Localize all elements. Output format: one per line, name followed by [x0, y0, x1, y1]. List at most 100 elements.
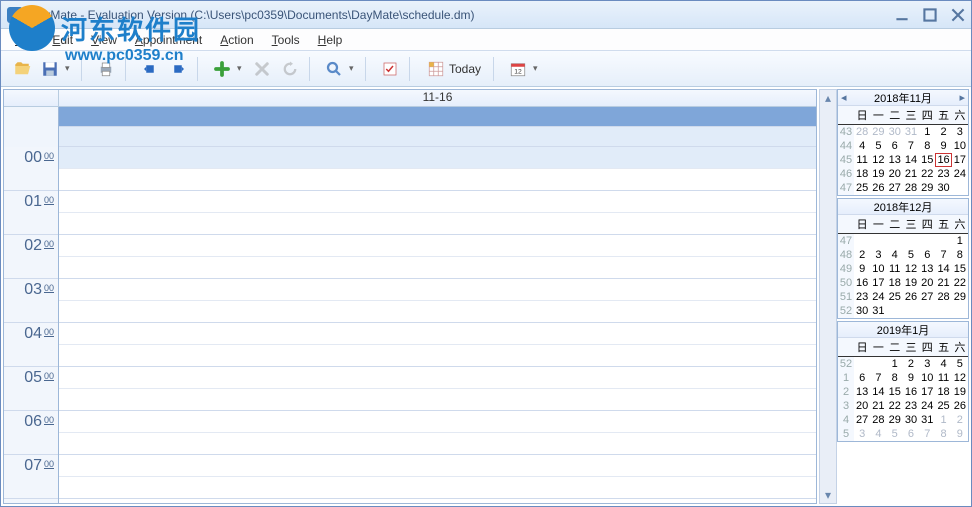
calendar-day[interactable]: 9: [935, 139, 951, 153]
find-button[interactable]: [321, 56, 347, 82]
calendar-day[interactable]: 2: [854, 248, 870, 262]
calendar-day[interactable]: 21: [935, 276, 951, 290]
calendar-day[interactable]: 8: [887, 371, 903, 385]
calendar-day[interactable]: 31: [919, 413, 935, 427]
calendar-day[interactable]: 3: [854, 427, 870, 441]
menu-edit[interactable]: Edit: [44, 31, 81, 49]
calendar-day[interactable]: 9: [952, 427, 968, 441]
delete-button[interactable]: [249, 56, 275, 82]
time-slot[interactable]: [59, 389, 816, 411]
calendar-day[interactable]: 18: [854, 167, 870, 181]
time-slot[interactable]: [59, 279, 816, 301]
calendar-title[interactable]: 2018年11月: [874, 90, 932, 106]
calendar-day[interactable]: 13: [887, 153, 903, 167]
calendar-day[interactable]: 5: [887, 427, 903, 441]
calendar-day[interactable]: 19: [903, 276, 919, 290]
menu-tools[interactable]: Tools: [264, 31, 308, 49]
calendar-day[interactable]: 6: [854, 371, 870, 385]
calendar-day[interactable]: 1: [919, 125, 935, 139]
time-slots[interactable]: [59, 147, 816, 503]
menu-help[interactable]: Help: [310, 31, 351, 49]
save-dropdown[interactable]: ▾: [65, 63, 75, 74]
calendar-day[interactable]: 19: [870, 167, 886, 181]
calendar-day[interactable]: 29: [952, 290, 968, 304]
calendar-day[interactable]: 17: [870, 276, 886, 290]
calendar-day[interactable]: 23: [854, 290, 870, 304]
add-button[interactable]: [209, 56, 235, 82]
calendar-day[interactable]: 25: [935, 399, 951, 413]
calendar-day[interactable]: [870, 234, 886, 248]
calendar-day[interactable]: 18: [935, 385, 951, 399]
goto-date-dropdown[interactable]: ▾: [533, 63, 543, 74]
calendar-day[interactable]: 6: [887, 139, 903, 153]
time-slot[interactable]: [59, 345, 816, 367]
next-month-icon[interactable]: ▸: [956, 91, 968, 104]
calendar-day[interactable]: 11: [935, 371, 951, 385]
calendar-day[interactable]: 30: [935, 181, 951, 195]
calendar-day[interactable]: 7: [935, 248, 951, 262]
calendar-day[interactable]: 27: [919, 290, 935, 304]
all-day-row[interactable]: [59, 127, 816, 147]
calendar-day[interactable]: 11: [887, 262, 903, 276]
add-dropdown[interactable]: ▾: [237, 63, 247, 74]
calendar-day[interactable]: 12: [952, 371, 968, 385]
calendar-day[interactable]: 19: [952, 385, 968, 399]
time-slot[interactable]: [59, 169, 816, 191]
calendar-day[interactable]: 2: [952, 413, 968, 427]
calendar-day[interactable]: [887, 234, 903, 248]
options-button[interactable]: [377, 56, 403, 82]
calendar-day[interactable]: 13: [854, 385, 870, 399]
goto-date-button[interactable]: 12: [505, 56, 531, 82]
calendar-day[interactable]: 7: [903, 139, 919, 153]
calendar-day[interactable]: 1: [887, 357, 903, 371]
time-slot[interactable]: [59, 235, 816, 257]
calendar-day[interactable]: 25: [887, 290, 903, 304]
calendar-day[interactable]: 11: [854, 153, 870, 167]
calendar-day[interactable]: 5: [952, 357, 968, 371]
time-slot[interactable]: [59, 411, 816, 433]
calendar-day[interactable]: 4: [935, 357, 951, 371]
calendar-day[interactable]: 30: [903, 413, 919, 427]
calendar-day[interactable]: 3: [870, 248, 886, 262]
calendar-day[interactable]: 6: [919, 248, 935, 262]
calendar-day[interactable]: 2: [903, 357, 919, 371]
calendar-day[interactable]: 24: [952, 167, 968, 181]
calendar-day[interactable]: 22: [887, 399, 903, 413]
calendar-day[interactable]: 3: [919, 357, 935, 371]
calendar-day[interactable]: 8: [919, 139, 935, 153]
find-dropdown[interactable]: ▾: [349, 63, 359, 74]
calendar-day[interactable]: 29: [919, 181, 935, 195]
calendar-day[interactable]: 7: [870, 371, 886, 385]
calendar-day[interactable]: 10: [952, 139, 968, 153]
calendar-day[interactable]: 16: [903, 385, 919, 399]
calendar-day[interactable]: 4: [887, 248, 903, 262]
time-slot[interactable]: [59, 147, 816, 169]
menu-appointment[interactable]: Appointment: [127, 31, 210, 49]
calendar-day[interactable]: 21: [903, 167, 919, 181]
calendar-day[interactable]: 10: [870, 262, 886, 276]
calendar-day[interactable]: [903, 304, 919, 318]
calendar-day[interactable]: [903, 234, 919, 248]
maximize-button[interactable]: [923, 8, 937, 22]
time-slot[interactable]: [59, 257, 816, 279]
calendar-day[interactable]: 27: [887, 181, 903, 195]
calendar-day[interactable]: [935, 304, 951, 318]
calendar-day[interactable]: 9: [854, 262, 870, 276]
calendar-day[interactable]: 6: [903, 427, 919, 441]
prev-month-icon[interactable]: ◂: [838, 91, 850, 104]
calendar-day[interactable]: 9: [903, 371, 919, 385]
calendar-day[interactable]: [952, 304, 968, 318]
calendar-day[interactable]: 21: [870, 399, 886, 413]
print-button[interactable]: [93, 56, 119, 82]
save-button[interactable]: [37, 56, 63, 82]
calendar-title[interactable]: 2018年12月: [874, 199, 933, 215]
calendar-day[interactable]: [919, 304, 935, 318]
refresh-button[interactable]: [277, 56, 303, 82]
scroll-up-icon[interactable]: ▴: [820, 90, 836, 106]
calendar-day[interactable]: 13: [919, 262, 935, 276]
time-slot[interactable]: [59, 455, 816, 477]
time-slot[interactable]: [59, 433, 816, 455]
calendar-day[interactable]: 22: [919, 167, 935, 181]
calendar-day[interactable]: [854, 357, 870, 371]
calendar-day[interactable]: 15: [919, 153, 935, 167]
